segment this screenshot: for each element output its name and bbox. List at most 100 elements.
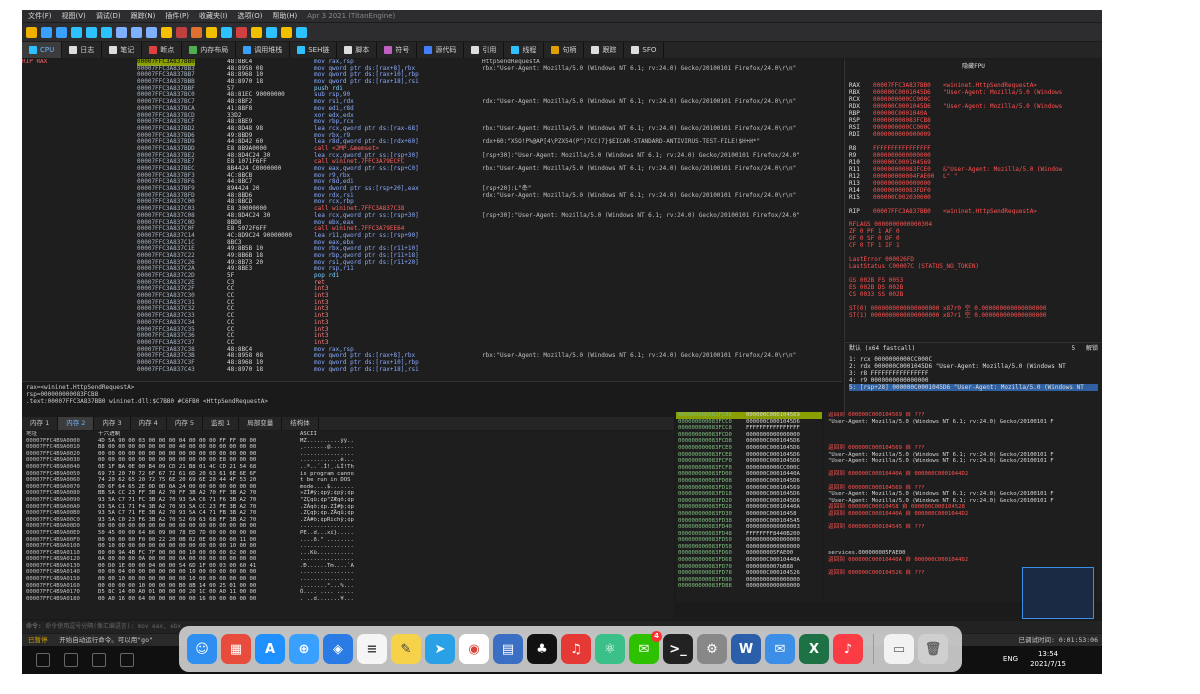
register-value[interactable]: 0000000000000009 (873, 131, 943, 138)
windows-start-icon[interactable] (36, 653, 50, 667)
menu-item[interactable]: 视图(V) (62, 12, 86, 21)
toolbar-button-icon[interactable] (56, 26, 67, 38)
menu-item[interactable]: 帮助(H) (273, 12, 298, 21)
toolbar-button-icon[interactable] (26, 26, 37, 38)
chrome-icon[interactable]: ◉ (459, 634, 489, 664)
stack-row[interactable]: 000000000083FD10 000000C000104569 (676, 485, 822, 492)
dump-tab-2[interactable]: 内存 2 (58, 417, 95, 430)
toolbar-button-icon[interactable] (71, 26, 82, 38)
music-icon[interactable]: ♪ (833, 634, 863, 664)
toolbar-button-icon[interactable] (116, 26, 127, 38)
dump-row[interactable]: 00007FFC4B9A0130 00 D0 1E 00 00 04 00 00 … (22, 563, 674, 570)
register-row[interactable]: R14 000000000083FDF0 (849, 187, 1098, 194)
unlock-checkbox[interactable]: 解锁 (1086, 345, 1098, 352)
search-icon[interactable] (64, 653, 78, 667)
dump-row[interactable]: 00007FFC4B9A0150 00 00 10 00 00 00 00 00 … (22, 576, 674, 583)
toolbar-button-icon[interactable] (251, 26, 262, 38)
dump-row[interactable]: 00007FFC4B9A00F0 00 00 00 00 F0 00 22 20 … (22, 537, 674, 544)
register-value[interactable]: 000000000083FDF0 (873, 187, 943, 194)
dump-row[interactable]: 00007FFC4B9A0060 74 20 62 65 20 72 75 6E … (22, 477, 674, 484)
finder-icon[interactable]: ☺ (187, 634, 217, 664)
menu-item[interactable]: 插件(P) (165, 12, 189, 21)
dump-row[interactable]: 00007FFC4B9A0170 D5 8C 14 00 A0 01 00 00 … (22, 589, 674, 596)
register-row[interactable]: R12 000000000004FAE00 L" " (849, 173, 1098, 180)
register-row[interactable]: RCX 0000000000CC000C (849, 96, 1098, 103)
call-arg-row[interactable]: 4: r9 0000000000000000 (849, 377, 1098, 384)
stack-row[interactable]: 000000000083FD40 0000000000000003 (676, 524, 822, 531)
register-row[interactable] (849, 201, 1098, 208)
menu-item[interactable]: 调试(D) (96, 12, 121, 21)
menu-item[interactable]: 收藏夹(I) (199, 12, 228, 21)
stack-row[interactable]: 000000000083FD00 000000C00010440A (676, 471, 822, 478)
wechat-icon[interactable]: ✉ 4 (629, 631, 662, 664)
toolbar-button-icon[interactable] (101, 26, 112, 38)
stack-row[interactable]: 000000000083FD08 000000C0001045D6 (676, 478, 822, 485)
stack-row[interactable]: 000000000083FD30 000000C00010458 (676, 511, 822, 518)
tab-2[interactable]: 笔记 (102, 42, 143, 58)
mail-icon[interactable]: ✉ (765, 634, 795, 664)
stack-view[interactable]: 000000000083FCB8 000000C000104569 00000000… (676, 412, 822, 602)
call-arg-row[interactable]: 3: r8 FFFFFFFFFFFFFFFF (849, 370, 1098, 377)
dump-tab-5[interactable]: 内存 5 (167, 417, 204, 430)
atom-icon[interactable]: ⚛ (595, 634, 625, 664)
dump-tab-1[interactable]: 内存 1 (22, 417, 59, 430)
toolbar-button-icon[interactable] (236, 26, 247, 38)
debugger-app-icon[interactable]: ▤ (493, 634, 523, 664)
excel-icon[interactable]: X (799, 634, 829, 664)
register-value[interactable]: 0000000000CC000C (873, 96, 943, 103)
menu-item[interactable]: 选项(O) (238, 12, 263, 21)
stack-row[interactable]: 000000000083FD88 0000000000000000 (676, 583, 822, 590)
launchpad-icon[interactable]: ▦ (221, 634, 251, 664)
call-arg-row[interactable]: 5: [rsp+28] 000000C0001045D6 "User-Agent… (849, 384, 1098, 391)
toolbar-button-icon[interactable] (221, 26, 232, 38)
dump-row[interactable]: 00007FFC4B9A0050 69 73 20 70 72 6F 67 72 … (22, 471, 674, 478)
stack-row[interactable]: 000000000083FD58 0000000000000000 (676, 544, 822, 551)
register-value[interactable]: 0000000000CC000C (873, 124, 943, 131)
register-value[interactable]: 000000000004FAE00 (873, 173, 943, 180)
toolbar-button-icon[interactable] (41, 26, 52, 38)
dump-row[interactable]: 00007FFC4B9A0010 B8 00 00 00 00 00 00 00 … (22, 444, 674, 451)
register-value[interactable]: 000000C000104569 (873, 159, 943, 166)
dump-tab-7[interactable]: 局部变量 (239, 417, 283, 430)
toolbar-button-icon[interactable] (191, 26, 202, 38)
register-value[interactable]: FFFFFFFFFFFFFFFF (873, 145, 943, 152)
toolbar-button-icon[interactable] (281, 26, 292, 38)
arg-count-stepper[interactable]: 5 (1072, 345, 1076, 352)
tab-3[interactable]: 断点 (142, 42, 183, 58)
stack-row[interactable]: 000000000083FD68 000000C00010440A (676, 557, 822, 564)
stack-row[interactable]: 000000000083FD18 000000C0001045D6 (676, 491, 822, 498)
dump-row[interactable]: 00007FFC4B9A0110 00 00 9A 4B FC 7F 00 00 … (22, 550, 674, 557)
input-language[interactable]: ENG (1003, 655, 1018, 664)
dump-row[interactable]: 00007FFC4B9A00E0 50 45 00 00 64 86 09 00 … (22, 530, 674, 537)
disasm-row[interactable]: 00007FFC3A837C43 48:8970 18 mov qword ptr … (22, 366, 842, 374)
tab-7[interactable]: 脚本 (337, 42, 378, 58)
dump-row[interactable]: 00007FFC4B9A0090 93 5A C7 71 FC 3B A2 70 … (22, 497, 674, 504)
app-store-icon[interactable]: A (255, 634, 285, 664)
register-row[interactable]: R13 0000000000000000 (849, 180, 1098, 187)
dump-row[interactable]: 00007FFC4B9A0000 4D 5A 90 00 03 00 00 00 … (22, 438, 674, 445)
tab-12[interactable]: 句柄 (544, 42, 585, 58)
stack-row[interactable]: 000000000083FD20 000000C0001045D6 (676, 498, 822, 505)
register-value[interactable]: 0000000000000000 (873, 180, 943, 187)
register-row[interactable]: RDX 000000C0001045D6 "User-Agent: Mozilla/… (849, 103, 1098, 110)
tab-seh6[interactable]: SEH链 (290, 42, 338, 58)
register-value[interactable]: 0000000000000000 (873, 152, 943, 159)
toolbar-button-icon[interactable] (176, 26, 187, 38)
stack-row[interactable]: 000000000083FD78 000000C000104526 (676, 570, 822, 577)
stack-row[interactable]: 000000000083FCF0 000000C0001045D6 (676, 458, 822, 465)
netease-music-icon[interactable]: ♫ (561, 634, 591, 664)
safari-icon[interactable]: ⊕ (289, 634, 319, 664)
tab-11[interactable]: 线程 (504, 42, 545, 58)
tab-10[interactable]: 引用 (464, 42, 505, 58)
toolbar-button-icon[interactable] (131, 26, 142, 38)
toolbar-button-icon[interactable] (86, 26, 97, 38)
register-value[interactable]: 000000000083FCB8 (873, 117, 943, 124)
register-row[interactable]: RAX 00007FFC3A837BB0 <wininet.HttpSendRequ… (849, 82, 1098, 89)
dump-row[interactable]: 00007FFC4B9A00D0 00 00 00 00 00 00 00 00 … (22, 523, 674, 530)
dump-row[interactable]: 00007FFC4B9A0180 00 A0 16 00 64 00 00 00 … (22, 596, 674, 603)
dump-row[interactable]: 00007FFC4B9A0040 0E 1F BA 0E 00 B4 09 CD … (22, 464, 674, 471)
call-arg-row[interactable]: 1: rcx 0000000000CC000C (849, 356, 1098, 363)
trash-icon[interactable]: 🗑 (918, 634, 948, 664)
register-row[interactable]: RDI 0000000000000009 (849, 131, 1098, 138)
stack-row[interactable]: 000000000083FCE8 000000C0001045D6 (676, 452, 822, 459)
